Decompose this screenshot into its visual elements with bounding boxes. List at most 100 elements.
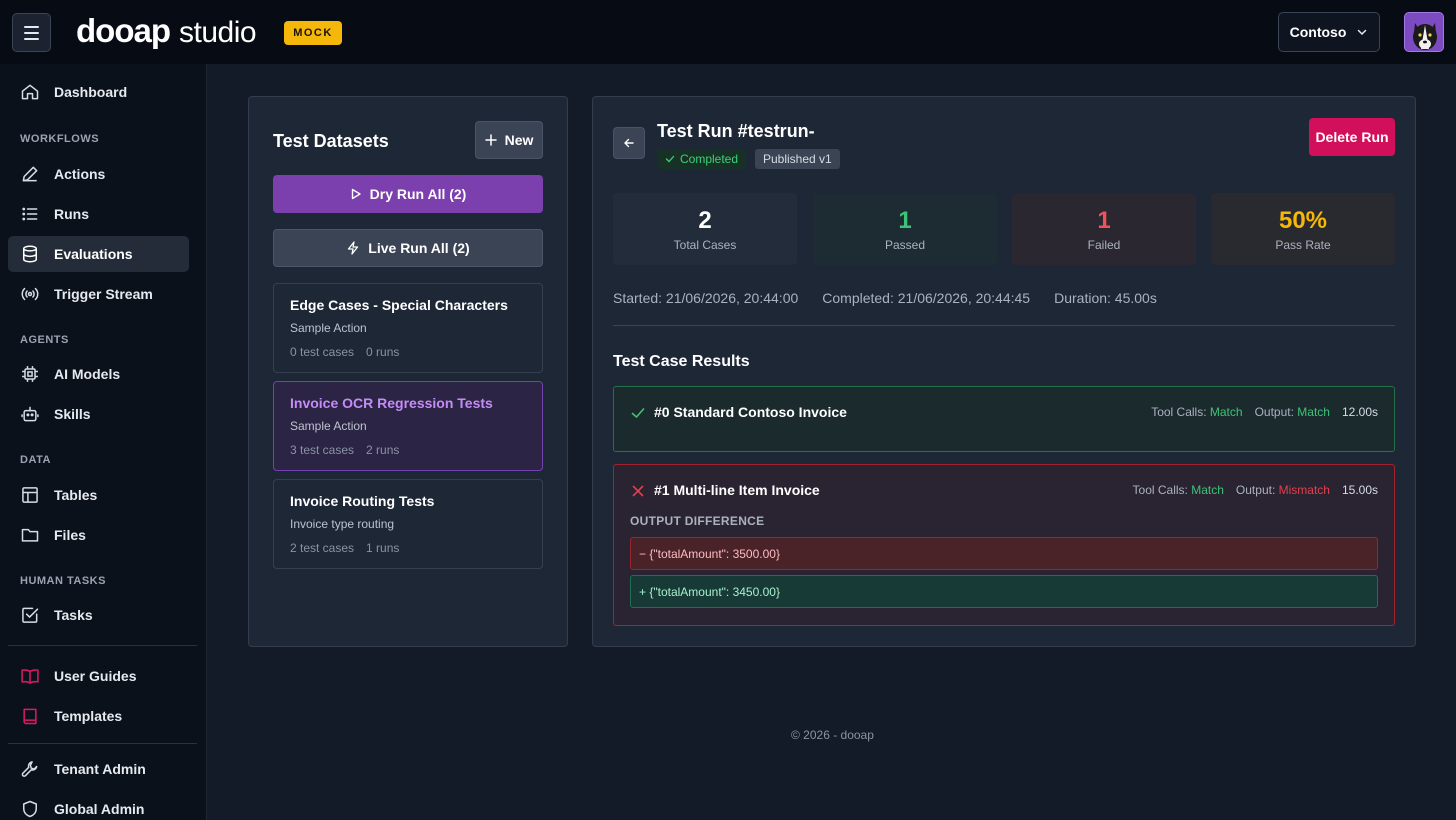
live-run-all-button[interactable]: Live Run All (2) bbox=[273, 229, 543, 267]
stat-pass-rate: 50% Pass Rate bbox=[1211, 193, 1395, 265]
dataset-case-count: 3 test cases bbox=[290, 443, 355, 457]
sidebar-item-label: AI Models bbox=[54, 366, 121, 382]
dataset-card[interactable]: Edge Cases - Special Characters Sample A… bbox=[273, 283, 543, 373]
list-icon bbox=[22, 207, 38, 221]
play-icon bbox=[351, 188, 361, 200]
test-case-name: #1 Multi-line Item Invoice bbox=[654, 482, 820, 498]
dataset-case-count: 0 test cases bbox=[290, 345, 355, 359]
dataset-description: Invoice type routing bbox=[290, 517, 395, 531]
completed-time: Completed: 21/06/2026, 20:44:45 bbox=[822, 290, 1031, 306]
output-difference-label: OUTPUT DIFFERENCE bbox=[630, 514, 765, 528]
footer-copyright: © 2026 - dooap bbox=[791, 728, 874, 742]
sidebar-item-label: User Guides bbox=[54, 668, 137, 684]
cpu-icon bbox=[22, 366, 38, 382]
top-bar: dooap studio MOCK Contoso bbox=[0, 0, 1456, 64]
status-label: Completed bbox=[680, 152, 739, 166]
sidebar-item-files[interactable]: Files bbox=[8, 517, 189, 553]
user-avatar[interactable] bbox=[1404, 12, 1444, 52]
sidebar-item-dashboard[interactable]: Dashboard bbox=[8, 74, 189, 110]
dataset-case-count: 2 test cases bbox=[290, 541, 355, 555]
dataset-name: Edge Cases - Special Characters bbox=[290, 297, 508, 313]
status-badge: Completed bbox=[657, 149, 747, 169]
test-case-duration: 15.00s bbox=[1341, 483, 1378, 497]
sidebar-item-runs[interactable]: Runs bbox=[8, 196, 189, 232]
lightning-icon bbox=[348, 241, 359, 255]
sidebar-item-actions[interactable]: Actions bbox=[8, 156, 189, 192]
mock-badge: MOCK bbox=[284, 21, 342, 45]
sidebar-item-label: Evaluations bbox=[54, 246, 133, 262]
run-timestamps: Started: 21/06/2026, 20:44:00 Completed:… bbox=[613, 290, 1157, 306]
logo[interactable]: dooap studio bbox=[76, 12, 257, 50]
sidebar-item-user-guides[interactable]: User Guides bbox=[8, 658, 189, 694]
dry-run-all-label: Dry Run All (2) bbox=[369, 186, 467, 202]
sidebar-item-label: Files bbox=[54, 527, 86, 543]
test-datasets-title: Test Datasets bbox=[273, 131, 389, 151]
tool-calls-status: Match bbox=[1191, 483, 1224, 497]
sidebar-item-ai-models[interactable]: AI Models bbox=[8, 356, 189, 392]
sidebar-item-evaluations[interactable]: Evaluations bbox=[8, 236, 189, 272]
sidebar-item-trigger-stream[interactable]: Trigger Stream bbox=[8, 276, 189, 312]
test-case-duration: 12.00s bbox=[1341, 405, 1378, 419]
dry-run-all-button[interactable]: Dry Run All (2) bbox=[273, 175, 543, 213]
book-open-icon bbox=[21, 669, 39, 684]
menu-line-icon bbox=[24, 31, 39, 34]
sidebar: Dashboard WORKFLOWS Actions Runs Evaluat… bbox=[0, 64, 207, 820]
dataset-name: Invoice OCR Regression Tests bbox=[290, 395, 493, 411]
stat-failed: 1 Failed bbox=[1012, 193, 1196, 265]
test-case-result[interactable]: #0 Standard Contoso Invoice Tool Calls: … bbox=[613, 386, 1395, 452]
sidebar-item-label: Tenant Admin bbox=[54, 761, 146, 777]
tool-calls-status: Match bbox=[1209, 405, 1243, 419]
tool-calls-label: Tool Calls: bbox=[1151, 405, 1207, 419]
table-icon bbox=[22, 487, 38, 503]
sidebar-item-tenant-admin[interactable]: Tenant Admin bbox=[8, 751, 189, 787]
sidebar-item-global-admin[interactable]: Global Admin bbox=[8, 791, 189, 820]
hamburger-menu-button[interactable] bbox=[12, 13, 51, 52]
section-human-tasks: HUMAN TASKS bbox=[20, 575, 106, 587]
broadcast-icon bbox=[21, 287, 39, 301]
plus-icon bbox=[484, 134, 497, 146]
sidebar-divider bbox=[8, 743, 197, 744]
test-case-summary: Tool Calls: Match Output: Match 12.00s bbox=[1151, 405, 1378, 419]
logo-sub-text: studio bbox=[178, 16, 257, 49]
sidebar-item-tasks[interactable]: Tasks bbox=[8, 597, 189, 633]
test-run-panel: Test Run #testrun- Completed Published v… bbox=[592, 96, 1416, 647]
dataset-card-selected[interactable]: Invoice OCR Regression Tests Sample Acti… bbox=[273, 381, 543, 471]
sidebar-item-templates[interactable]: Templates bbox=[8, 698, 189, 734]
menu-line-icon bbox=[24, 25, 39, 28]
output-label: Output: bbox=[1235, 483, 1276, 497]
folder-icon bbox=[21, 528, 39, 542]
test-case-summary: Tool Calls: Match Output: Mismatch 15.00… bbox=[1133, 483, 1378, 497]
logo-main-text: dooap bbox=[76, 12, 171, 49]
tenant-select-label: Contoso bbox=[1289, 24, 1347, 40]
back-button[interactable] bbox=[613, 127, 645, 159]
stat-label: Failed bbox=[1087, 237, 1121, 252]
delete-run-button[interactable]: Delete Run bbox=[1309, 118, 1395, 156]
test-run-title: Test Run #testrun- bbox=[657, 121, 815, 141]
chevron-down-icon bbox=[1358, 29, 1367, 36]
sidebar-item-tables[interactable]: Tables bbox=[8, 477, 189, 513]
tool-calls-label: Tool Calls: bbox=[1132, 483, 1188, 497]
stat-passed: 1 Passed bbox=[813, 193, 997, 265]
sidebar-item-label: Global Admin bbox=[54, 801, 145, 817]
dataset-card[interactable]: Invoice Routing Tests Invoice type routi… bbox=[273, 479, 543, 569]
stat-value: 1 bbox=[1097, 206, 1111, 234]
section-agents: AGENTS bbox=[20, 334, 69, 346]
test-case-name: #0 Standard Contoso Invoice bbox=[654, 404, 847, 420]
new-dataset-button[interactable]: New bbox=[475, 121, 543, 159]
wrench-icon bbox=[21, 761, 38, 777]
book-icon bbox=[23, 708, 37, 725]
new-dataset-label: New bbox=[504, 132, 534, 148]
results-title: Test Case Results bbox=[613, 353, 750, 370]
robot-icon bbox=[21, 406, 39, 422]
checkbox-icon bbox=[22, 607, 39, 623]
output-status: Mismatch bbox=[1278, 483, 1330, 497]
live-run-all-label: Live Run All (2) bbox=[368, 240, 470, 256]
dataset-description: Sample Action bbox=[290, 321, 367, 335]
pencil-icon bbox=[22, 166, 38, 182]
sidebar-item-label: Actions bbox=[54, 166, 106, 182]
diff-removed-line: − {"totalAmount": 3500.00} bbox=[630, 537, 1378, 570]
sidebar-item-skills[interactable]: Skills bbox=[8, 396, 189, 432]
stat-label: Total Cases bbox=[673, 237, 737, 252]
tenant-select[interactable]: Contoso bbox=[1278, 12, 1380, 52]
test-case-result[interactable]: #1 Multi-line Item Invoice Tool Calls: M… bbox=[613, 464, 1395, 626]
